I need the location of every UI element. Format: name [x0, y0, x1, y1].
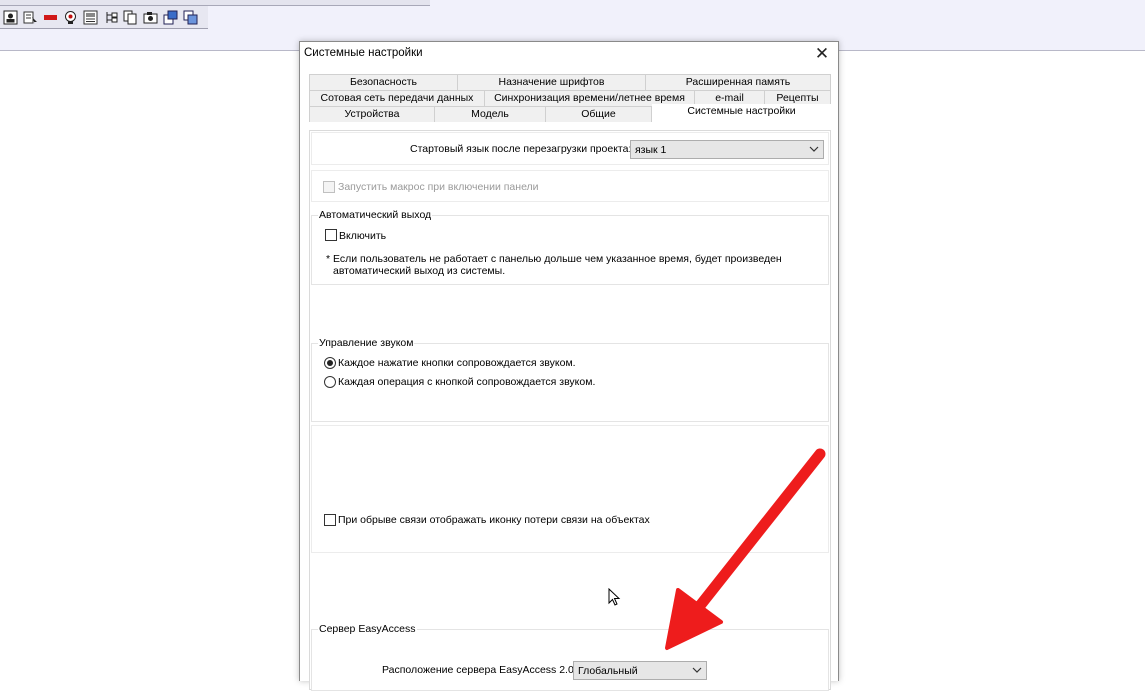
tab-model[interactable]: Модель [435, 106, 546, 122]
sound-control-group-label: Управление звуком [318, 337, 415, 349]
startup-language-dropdown[interactable]: язык 1 [630, 140, 824, 159]
system-settings-dialog: Системные настройки ✕ Безопасность Назна… [299, 41, 839, 691]
user-icon[interactable] [2, 9, 19, 26]
toolbar-row [0, 6, 208, 29]
window-icon[interactable] [182, 9, 199, 26]
alarm-icon[interactable] [62, 9, 79, 26]
mouse-cursor-icon [608, 588, 621, 606]
auto-logout-enable-label: Включить [339, 230, 387, 242]
tab-row-3: Устройства Модель Общие Системные настро… [309, 104, 831, 126]
sound-option-1-radio[interactable] [324, 357, 336, 369]
sound-option-2-label: Каждая операция с кнопкой сопровождается… [338, 376, 596, 388]
close-icon[interactable]: ✕ [812, 44, 832, 64]
auto-logout-note-line1: * Если пользователь не работает с панель… [326, 253, 782, 265]
auto-logout-group: Автоматический выход Включить * Если пол… [311, 209, 829, 285]
tab-font-assignment[interactable]: Назначение шрифтов [458, 74, 646, 90]
auto-logout-enable-checkbox[interactable] [325, 229, 337, 241]
startup-language-section: Стартовый язык после перезагрузки проект… [311, 132, 829, 165]
export-icon[interactable] [162, 9, 179, 26]
startup-language-value: язык 1 [635, 144, 667, 156]
sound-option-1-label: Каждое нажатие кнопки сопровождается зву… [338, 357, 576, 369]
connection-loss-checkbox[interactable] [324, 514, 336, 526]
camera-icon[interactable] [142, 9, 159, 26]
tab-system-settings[interactable]: Системные настройки [652, 104, 831, 126]
startup-language-label: Стартовый язык после перезагрузки проект… [410, 143, 632, 155]
copy-icon[interactable] [122, 9, 139, 26]
connection-loss-section: При обрыве связи отображать иконку потер… [311, 425, 829, 553]
run-macro-section: Запустить макрос при включении панели [311, 170, 829, 202]
pointer-list-icon[interactable] [22, 9, 39, 26]
chevron-down-icon [809, 146, 819, 152]
easyaccess-location-value: Глобальный [578, 665, 638, 677]
image-icon[interactable] [82, 9, 99, 26]
tab-security[interactable]: Безопасность [309, 74, 458, 90]
dialog-title: Системные настройки [304, 47, 423, 59]
easyaccess-location-label: Расположение сервера EasyAccess 2.0 : [382, 664, 580, 676]
easyaccess-group-label: Сервер EasyAccess [318, 623, 417, 635]
tree-icon[interactable] [102, 9, 119, 26]
tab-extended-memory[interactable]: Расширенная память [646, 74, 831, 90]
minus-icon[interactable] [42, 9, 59, 26]
easyaccess-server-group: Сервер EasyAccess Расположение сервера E… [311, 623, 829, 691]
connection-loss-label: При обрыве связи отображать иконку потер… [338, 514, 650, 526]
tab-general[interactable]: Общие [546, 106, 652, 122]
auto-logout-note-line2: автоматический выход из системы. [333, 265, 506, 277]
tab-content-panel: Стартовый язык после перезагрузки проект… [309, 130, 831, 691]
dialog-titlebar: Системные настройки ✕ [300, 42, 838, 66]
auto-logout-group-label: Автоматический выход [318, 209, 433, 221]
tab-row-1: Безопасность Назначение шрифтов Расширен… [309, 74, 831, 90]
chevron-down-icon [692, 667, 702, 673]
run-macro-label: Запустить макрос при включении панели [338, 181, 539, 193]
sound-option-2-radio[interactable] [324, 376, 336, 388]
tab-devices[interactable]: Устройства [309, 106, 435, 122]
easyaccess-location-dropdown[interactable]: Глобальный [573, 661, 707, 680]
run-macro-checkbox[interactable] [323, 181, 335, 193]
tab-cellular-data[interactable]: Сотовая сеть передачи данных [309, 90, 485, 106]
sound-control-group: Управление звуком Каждое нажатие кнопки … [311, 337, 829, 422]
